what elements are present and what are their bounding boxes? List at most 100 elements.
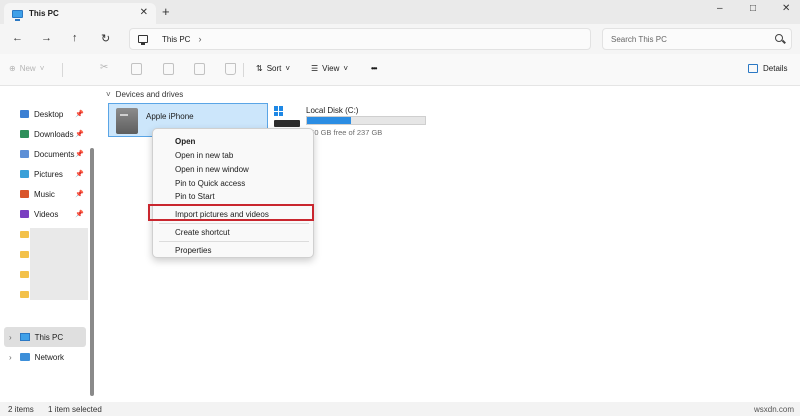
menu-divider [159, 223, 309, 224]
folder-icon[interactable] [20, 271, 29, 278]
sidebar-item-videos[interactable]: Videos 📌 [6, 205, 88, 223]
sort-label: Sort [266, 64, 282, 73]
sidebar-scrollbar[interactable] [90, 148, 94, 396]
forward-button[interactable]: → [41, 32, 52, 44]
drive-icon [274, 120, 300, 127]
pin-icon: 📌 [75, 191, 84, 198]
new-button[interactable]: ⊕ New ˅ [9, 64, 44, 73]
details-label: Details [763, 64, 788, 73]
sidebar-item-this-pc[interactable]: › This PC [4, 327, 86, 347]
new-label: New [19, 64, 36, 73]
divider [62, 63, 63, 77]
drive-usage-bar [306, 116, 426, 125]
context-menu: Open Open in new tab Open in new window … [152, 128, 314, 258]
drive-name[interactable]: Local Disk (C:) [306, 106, 358, 115]
network-icon [19, 353, 30, 361]
search-input[interactable]: Search This PC [602, 28, 792, 50]
selection-count: 1 item selected [48, 405, 102, 414]
status-bar: 2 items 1 item selected wsxdn.com [0, 402, 800, 416]
menu-item-pin-quick-access[interactable]: Pin to Quick access [175, 179, 245, 188]
sidebar-item-label: Videos [34, 209, 59, 219]
pin-icon: 📌 [75, 171, 84, 178]
copy-icon[interactable] [131, 63, 142, 75]
this-pc-icon [12, 9, 23, 21]
sidebar-item-network[interactable]: › Network [4, 348, 86, 366]
sidebar-item-label: Downloads [34, 129, 74, 139]
sidebar-item-label: Desktop [34, 109, 64, 119]
refresh-button[interactable]: ↻ [101, 32, 110, 45]
chevron-down-icon: ˅ [285, 64, 291, 73]
desktop-icon [20, 110, 29, 118]
videos-icon [20, 210, 29, 218]
menu-item-pin-to-start[interactable]: Pin to Start [175, 192, 215, 201]
breadcrumb-this-pc[interactable]: This PC [162, 35, 190, 44]
maximize-button[interactable]: □ [750, 3, 756, 14]
drive-free-space: 150 GB free of 237 GB [306, 128, 383, 137]
pin-icon: 📌 [75, 111, 84, 118]
drive-usage-fill [307, 117, 351, 124]
new-tab-button[interactable]: + [162, 4, 170, 19]
tab-this-pc[interactable]: This PC ✕ [4, 3, 156, 24]
folder-icon[interactable] [20, 231, 29, 238]
menu-item-create-shortcut[interactable]: Create shortcut [175, 228, 230, 237]
command-bar: ⊕ New ˅ ✂ ⇅ Sort ˅ ☰ View ˅ ••• Details [0, 54, 800, 86]
windows-logo-icon [274, 106, 284, 116]
sidebar-item-music[interactable]: Music 📌 [6, 185, 88, 203]
details-button[interactable]: Details [748, 64, 787, 73]
music-icon [20, 190, 29, 198]
view-icon: ☰ [311, 64, 319, 73]
watermark: wsxdn.com [753, 405, 794, 414]
item-count: 2 items [8, 405, 34, 414]
expand-chevron-icon[interactable]: › [9, 333, 12, 342]
sidebar-item-downloads[interactable]: Downloads 📌 [6, 125, 88, 143]
monitor-icon [138, 35, 148, 45]
redacted-folder-names [30, 228, 88, 300]
more-options-button[interactable]: ••• [371, 64, 377, 73]
back-button[interactable]: ← [12, 32, 23, 44]
device-name: Apple iPhone [146, 112, 194, 121]
new-plus-icon: ⊕ [9, 64, 16, 73]
rename-icon[interactable] [194, 63, 205, 75]
chevron-down-icon: ˅ [343, 64, 349, 73]
pin-icon: 📌 [75, 151, 84, 158]
this-pc-icon [19, 333, 30, 341]
search-placeholder: Search This PC [611, 34, 667, 44]
expand-chevron-icon[interactable]: › [9, 353, 12, 362]
address-bar[interactable]: This PC › [129, 28, 591, 50]
menu-item-properties[interactable]: Properties [175, 246, 211, 255]
section-title: Devices and drives [115, 90, 184, 99]
breadcrumb-chevron-icon[interactable]: › [198, 34, 201, 44]
menu-item-open-new-window[interactable]: Open in new window [175, 165, 249, 174]
delete-icon[interactable] [225, 63, 236, 75]
pictures-icon [20, 170, 29, 178]
sidebar-item-documents[interactable]: Documents 📌 [6, 145, 88, 163]
view-label: View [322, 64, 340, 73]
sort-icon: ⇅ [256, 64, 263, 73]
menu-item-open-new-tab[interactable]: Open in new tab [175, 151, 233, 160]
sidebar-item-label: Pictures [34, 169, 63, 179]
tab-title: This PC [29, 9, 59, 18]
minimize-button[interactable]: – [717, 3, 723, 14]
view-button[interactable]: ☰ View ˅ [311, 64, 348, 73]
chevron-down-icon: ˅ [106, 90, 111, 99]
sidebar-item-desktop[interactable]: Desktop 📌 [6, 105, 88, 123]
close-tab-icon[interactable]: ✕ [140, 7, 148, 18]
chevron-down-icon: ˅ [39, 64, 45, 73]
portable-device-icon [116, 108, 138, 134]
cut-icon[interactable]: ✂ [100, 62, 108, 73]
paste-icon[interactable] [163, 63, 174, 75]
up-button[interactable]: ↑ [72, 32, 78, 44]
devices-section-header[interactable]: ˅ Devices and drives [106, 90, 183, 99]
sidebar-item-label: Network [34, 352, 65, 362]
folder-icon[interactable] [20, 251, 29, 258]
search-icon [775, 34, 783, 42]
sidebar-item-pictures[interactable]: Pictures 📌 [6, 165, 88, 183]
sort-button[interactable]: ⇅ Sort ˅ [256, 64, 290, 73]
documents-icon [20, 150, 29, 158]
details-pane-icon [748, 64, 758, 73]
navigation-bar: ← → ↑ ↻ This PC › Search This PC [0, 24, 800, 54]
local-disk-icon[interactable] [274, 106, 300, 130]
folder-icon[interactable] [20, 291, 29, 298]
close-window-button[interactable]: ✕ [782, 3, 790, 14]
menu-item-open[interactable]: Open [175, 137, 195, 146]
